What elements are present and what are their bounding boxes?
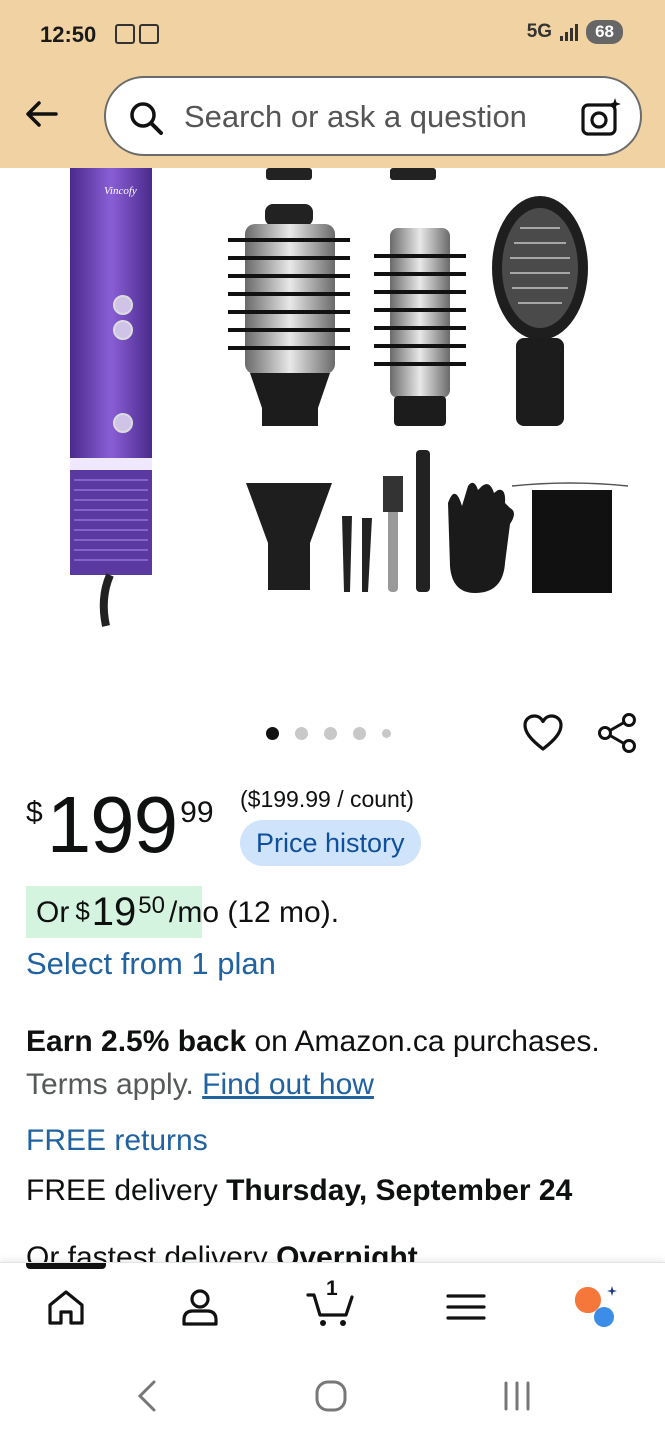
unit-price: ($199.99 / count) bbox=[240, 786, 414, 812]
system-navigation-bar bbox=[0, 1350, 665, 1440]
rewards-text: on Amazon.ca purchases. bbox=[246, 1025, 600, 1058]
free-delivery-info: FREE delivery Thursday, September 24 bbox=[26, 1174, 572, 1208]
fastest-delivery-info: Or fastest delivery Overnight bbox=[26, 1238, 418, 1262]
status-time: 12:50 bbox=[40, 22, 97, 47]
search-input[interactable]: Search or ask a question bbox=[104, 76, 642, 156]
search-placeholder: Search or ask a question bbox=[184, 99, 527, 134]
battery-indicator: 68 bbox=[586, 20, 623, 44]
price-fraction: 99 bbox=[180, 796, 214, 829]
installment-currency: $ bbox=[75, 896, 90, 926]
bottom-navigation: 1 bbox=[0, 1262, 665, 1350]
screenshot-icon bbox=[115, 24, 135, 44]
system-back-icon[interactable] bbox=[132, 1378, 160, 1414]
free-delivery-date: Thursday, September 24 bbox=[226, 1174, 573, 1207]
free-delivery-prefix: FREE delivery bbox=[26, 1174, 227, 1207]
installment-prefix: Or bbox=[36, 896, 70, 929]
carousel-dot-3[interactable] bbox=[324, 727, 337, 740]
network-type: 5G bbox=[526, 21, 553, 42]
rewards-bold: Earn 2.5% back bbox=[26, 1025, 247, 1058]
product-illustration: Vincofy bbox=[70, 168, 629, 627]
account-icon[interactable] bbox=[176, 1283, 224, 1331]
brand-logo-text: Vincofy bbox=[104, 185, 137, 197]
rewards-offer: Earn 2.5% back on Amazon.ca purchases. T… bbox=[26, 1020, 646, 1106]
product-image[interactable]: Vincofy bbox=[0, 168, 665, 698]
share-icon[interactable] bbox=[596, 712, 638, 754]
select-plan-link[interactable]: Select from 1 plan bbox=[26, 946, 276, 982]
carousel-dot-5[interactable] bbox=[382, 729, 391, 738]
calendar-icon bbox=[139, 24, 159, 44]
installment-term: /mo (12 mo). bbox=[169, 896, 340, 929]
cart-count: 1 bbox=[326, 1277, 338, 1300]
status-bar: 12:50 5G 68 bbox=[0, 0, 665, 72]
menu-icon[interactable] bbox=[442, 1283, 490, 1331]
back-arrow-icon[interactable] bbox=[22, 94, 62, 134]
carousel-dot-4[interactable] bbox=[353, 727, 366, 740]
price-whole: 199 bbox=[46, 780, 178, 869]
image-carousel-dots[interactable] bbox=[266, 727, 391, 740]
search-header: Search or ask a question bbox=[0, 72, 665, 168]
status-notification-icons bbox=[115, 24, 159, 44]
fastest-prefix: Or fastest delivery bbox=[26, 1241, 277, 1262]
installment-offer: Or $ 19 50 /mo (12 mo). bbox=[26, 886, 339, 938]
rewards-terms: Terms apply. bbox=[26, 1068, 203, 1101]
signal-icon bbox=[560, 23, 579, 41]
search-icon bbox=[130, 102, 163, 135]
carousel-dot-1[interactable] bbox=[266, 727, 279, 740]
free-returns-link[interactable]: FREE returns bbox=[26, 1124, 208, 1158]
system-recents-icon[interactable] bbox=[500, 1378, 534, 1414]
rufus-icon[interactable] bbox=[572, 1283, 620, 1331]
find-out-how-link[interactable]: Find out how bbox=[202, 1068, 374, 1101]
fastest-value: Overnight bbox=[276, 1241, 418, 1262]
home-icon[interactable] bbox=[42, 1283, 90, 1331]
camera-search-icon[interactable] bbox=[580, 96, 622, 138]
system-home-icon[interactable] bbox=[313, 1378, 349, 1414]
product-price: $ 199 99 bbox=[26, 780, 214, 870]
cart-button[interactable]: 1 bbox=[306, 1277, 354, 1331]
installment-fraction: 50 bbox=[138, 892, 165, 919]
price-currency: $ bbox=[26, 796, 43, 829]
heart-icon[interactable] bbox=[522, 713, 564, 753]
price-history-button[interactable]: Price history bbox=[240, 820, 421, 866]
active-tab-indicator bbox=[26, 1263, 106, 1269]
installment-whole: 19 bbox=[91, 890, 137, 934]
carousel-dot-2[interactable] bbox=[295, 727, 308, 740]
status-right: 5G 68 bbox=[527, 20, 623, 44]
